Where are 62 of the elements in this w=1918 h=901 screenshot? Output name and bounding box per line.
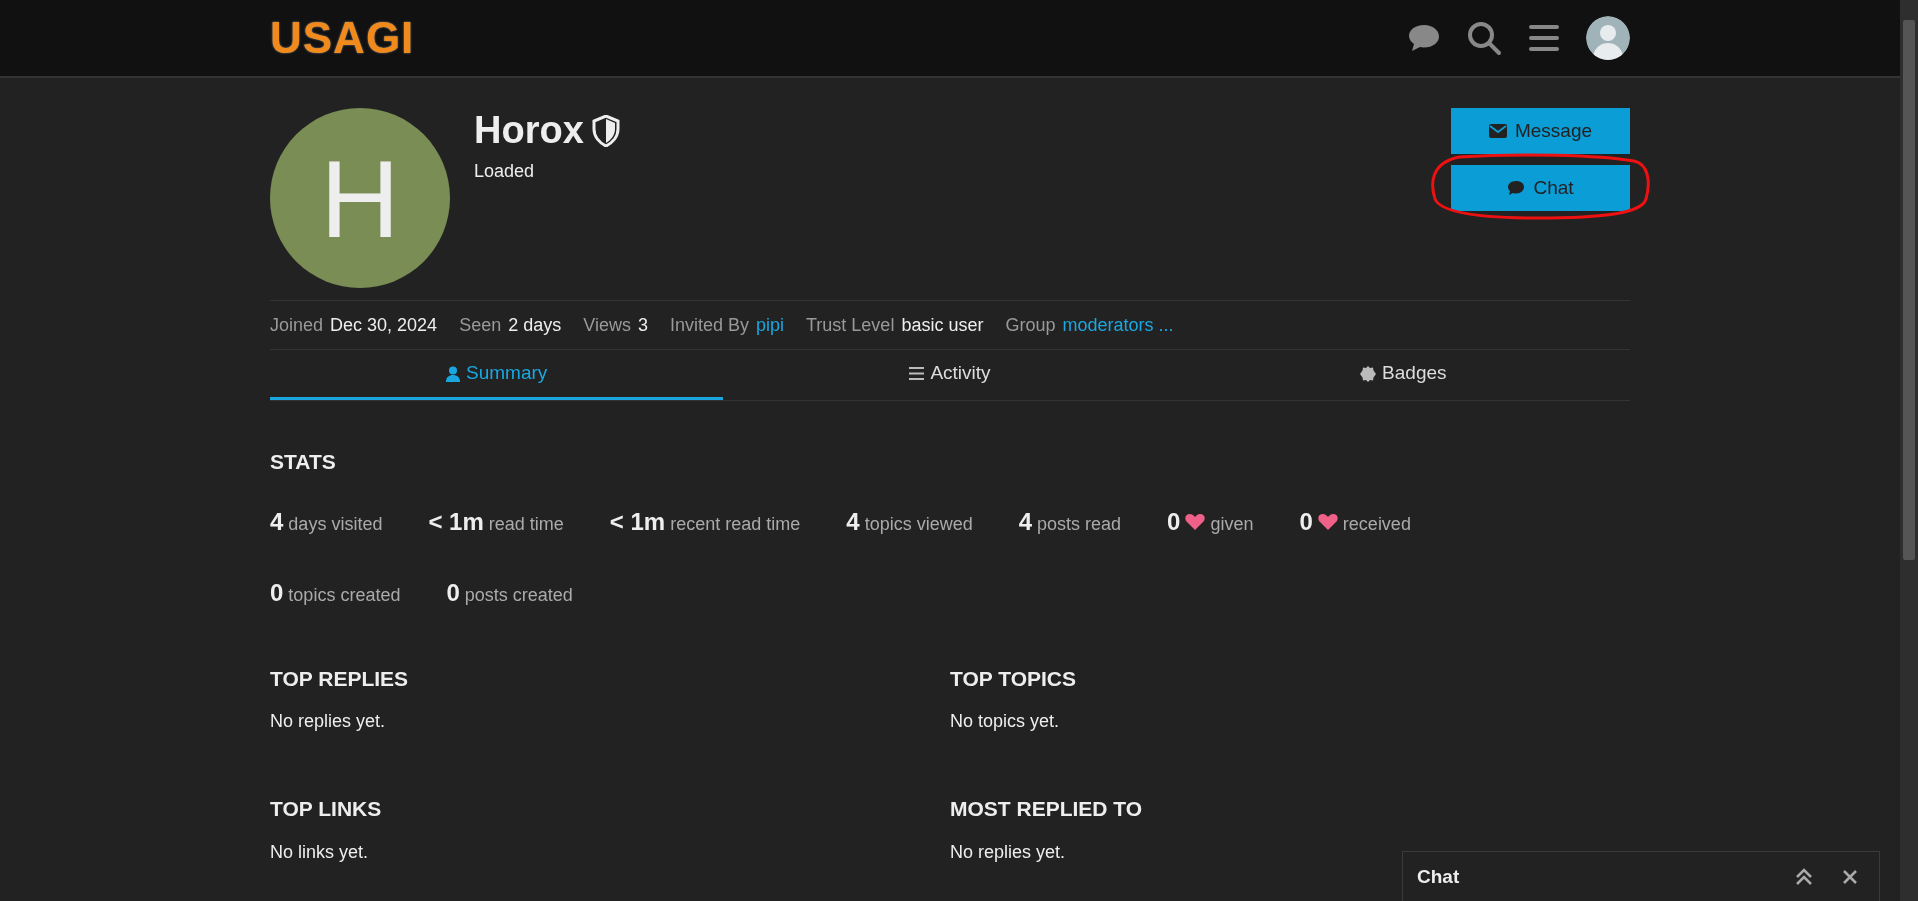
speech-bubble-icon — [1507, 180, 1526, 196]
chat-panel-title: Chat — [1417, 864, 1460, 889]
stat-value: 4 — [270, 506, 284, 537]
section-heading: TOP TOPICS — [950, 665, 1077, 692]
profile-tab[interactable]: Badges — [1176, 350, 1630, 400]
stat-label: posts read — [1037, 512, 1122, 536]
stat-label: read time — [488, 512, 564, 536]
username: Horox — [474, 110, 584, 152]
meta-link[interactable]: moderators ... — [1062, 311, 1174, 339]
envelope-icon — [1488, 124, 1507, 138]
section-heading: MOST REPLIED TO — [950, 796, 1143, 822]
shield-icon — [591, 114, 620, 147]
meta-value: basic user — [901, 313, 984, 337]
meta-value: 2 days — [508, 313, 562, 337]
meta-label: Invited By — [669, 313, 749, 337]
section-heading: TOP REPLIES — [270, 665, 409, 692]
list-icon — [909, 367, 925, 380]
stat-label: received — [1342, 512, 1411, 536]
stat-label: given — [1210, 512, 1254, 536]
stat-value: 0 — [446, 577, 460, 608]
empty-message: No replies yet. — [950, 840, 1066, 864]
stat-label: topics created — [288, 583, 401, 607]
meta-value: 3 — [637, 313, 648, 337]
meta-label: Group — [1005, 313, 1056, 337]
section-heading: STATS — [270, 449, 337, 475]
badge-icon — [1360, 365, 1377, 382]
chat-button[interactable]: Chat — [1451, 165, 1630, 211]
stat-value: < 1m — [609, 506, 666, 537]
heart-icon — [1185, 513, 1206, 530]
search-icon[interactable] — [1466, 20, 1502, 56]
meta-label: Seen — [459, 313, 502, 337]
stat-value: 4 — [846, 506, 860, 537]
meta-link[interactable]: pipi — [756, 311, 784, 339]
stat-label: topics viewed — [864, 512, 973, 536]
user-icon — [446, 365, 460, 382]
stat-label: posts created — [464, 583, 573, 607]
site-logo[interactable]: USAGI — [270, 16, 415, 60]
meta-label: Joined — [270, 313, 324, 337]
user-avatar[interactable] — [1586, 16, 1630, 60]
meta-label: Trust Level — [806, 313, 895, 337]
stat-value: 0 — [1167, 506, 1181, 537]
stat-value: 4 — [1018, 506, 1033, 537]
heart-icon — [1317, 513, 1338, 530]
meta-value: Dec 30, 2024 — [330, 313, 438, 337]
stat-value: < 1m — [428, 506, 484, 537]
user-title: Loaded — [474, 159, 536, 183]
avatar-initial: H — [320, 135, 400, 262]
stat-value: 0 — [270, 577, 284, 608]
section-heading: TOP LINKS — [270, 796, 382, 822]
empty-message: No replies yet. — [270, 710, 386, 733]
stat-value: 0 — [1299, 506, 1313, 537]
profile-tab[interactable]: Summary — [270, 350, 724, 400]
profile-tab[interactable]: Activity — [723, 350, 1177, 400]
scrollbar[interactable] — [1900, 0, 1918, 901]
empty-message: No topics yet. — [950, 710, 1060, 733]
stat-label: recent read time — [670, 512, 801, 536]
message-button[interactable]: Message — [1451, 108, 1630, 154]
empty-message: No links yet. — [270, 840, 369, 864]
meta-label: Views — [583, 313, 631, 337]
expand-icon[interactable] — [1795, 868, 1813, 886]
stat-label: days visited — [288, 512, 383, 536]
close-icon[interactable] — [1843, 870, 1857, 884]
